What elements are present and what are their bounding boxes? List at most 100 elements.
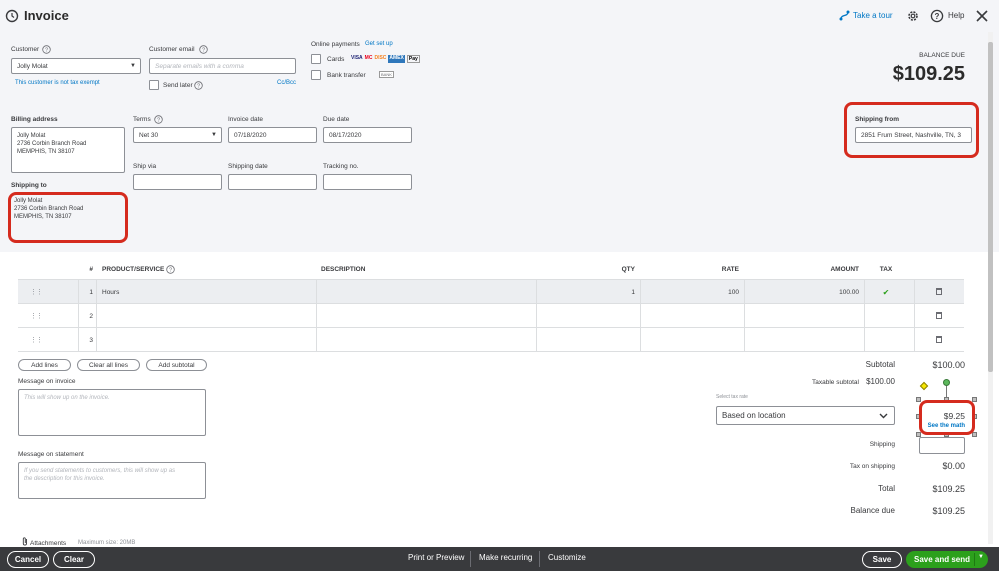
send-later-checkbox[interactable] <box>149 80 159 90</box>
make-recurring-link[interactable]: Make recurring <box>479 553 532 562</box>
bank-transfer-checkbox[interactable] <box>311 70 321 80</box>
billing-address-line: MEMPHIS, TN 38107 <box>17 149 75 155</box>
message-invoice-input[interactable]: This will show up on the invoice. <box>18 389 206 436</box>
row-rate[interactable] <box>642 304 739 328</box>
billing-address-line: 2736 Corbin Branch Road <box>17 141 87 147</box>
trash-icon[interactable] <box>936 288 942 295</box>
col-product: PRODUCT/SERVICE <box>102 265 165 273</box>
cc-bcc-link[interactable]: Cc/Bcc <box>277 80 296 86</box>
row-tax[interactable] <box>866 304 906 328</box>
shipping-amount-input[interactable] <box>919 437 965 454</box>
highlight-callout <box>844 102 979 158</box>
taxable-subtotal-label: Taxable subtotal <box>812 379 859 386</box>
clear-button[interactable]: Clear <box>53 551 95 568</box>
col-rate: RATE <box>721 265 739 273</box>
drag-handle-icon[interactable]: ⋮⋮ <box>30 312 43 320</box>
customer-select[interactable]: Jolly Molat ▼ <box>11 58 141 74</box>
take-tour-link[interactable]: Take a tour <box>853 11 893 20</box>
clear-all-lines-button[interactable]: Clear all lines <box>77 359 140 371</box>
save-and-send-button[interactable]: Save and send ▼ <box>906 551 988 568</box>
invoice-date-value: 07/18/2020 <box>234 131 267 139</box>
resize-handle[interactable] <box>972 397 977 402</box>
gear-icon[interactable] <box>906 9 920 23</box>
add-subtotal-button[interactable]: Add subtotal <box>146 359 207 371</box>
tracking-no-input[interactable] <box>323 174 412 190</box>
ship-via-input[interactable] <box>133 174 222 190</box>
print-preview-link[interactable]: Print or Preview <box>408 553 464 562</box>
amex-icon: AMEX <box>388 55 405 63</box>
col-amount: AMOUNT <box>830 265 859 273</box>
row-rate[interactable]: 100 <box>642 280 739 304</box>
drag-handle-icon[interactable]: ⋮⋮ <box>30 336 43 344</box>
row-product[interactable]: Hours <box>102 280 119 304</box>
tax-check-icon[interactable]: ✔ <box>866 280 906 304</box>
save-button[interactable]: Save <box>862 551 902 568</box>
customer-value: Jolly Molat <box>17 62 48 70</box>
attachments-max-size: Maximum size: 20MB <box>78 540 136 546</box>
row-qty[interactable] <box>538 328 635 352</box>
drag-handle-icon[interactable]: ⋮⋮ <box>30 288 43 296</box>
row-amount[interactable]: 100.00 <box>746 280 859 304</box>
info-icon: ? <box>154 115 163 124</box>
row-tax[interactable] <box>866 328 906 352</box>
scrollbar-thumb[interactable] <box>988 42 993 372</box>
row-qty[interactable]: 1 <box>538 280 635 304</box>
shipping-to-label: Shipping to <box>11 182 47 189</box>
cards-checkbox[interactable] <box>311 54 321 64</box>
due-date-input[interactable]: 08/17/2020 <box>323 127 412 143</box>
table-row[interactable]: ⋮⋮ 1 Hours 1 100 100.00 ✔ <box>18 280 964 304</box>
row-amount[interactable] <box>746 328 859 352</box>
svg-text:?: ? <box>935 12 940 21</box>
page-title: Invoice <box>24 8 69 23</box>
adjust-handle-icon[interactable] <box>919 381 929 391</box>
trash-icon[interactable] <box>936 312 942 319</box>
tax-exempt-note: This customer is not tax exempt <box>15 80 100 86</box>
row-amount[interactable] <box>746 304 859 328</box>
col-qty: QTY <box>621 265 635 273</box>
cancel-button[interactable]: Cancel <box>7 551 49 568</box>
balance-due-total-value: $109.25 <box>932 506 965 516</box>
row-rate[interactable] <box>642 328 739 352</box>
invoice-date-input[interactable]: 07/18/2020 <box>228 127 317 143</box>
table-row[interactable]: ⋮⋮ 2 <box>18 304 964 328</box>
chevron-down-icon: ▼ <box>130 63 136 69</box>
terms-select[interactable]: Net 30 ▼ <box>133 127 222 143</box>
table-row[interactable]: ⋮⋮ 3 <box>18 328 964 352</box>
row-num: 2 <box>89 312 93 320</box>
customer-email-input[interactable]: Separate emails with a comma <box>149 58 296 74</box>
cards-label: Cards <box>327 56 345 63</box>
resize-handle[interactable] <box>972 432 977 437</box>
close-icon[interactable] <box>975 9 989 23</box>
trash-icon[interactable] <box>936 336 942 343</box>
rotation-handle-icon[interactable] <box>943 379 950 386</box>
visa-icon: VISA <box>351 55 363 61</box>
customer-email-placeholder: Separate emails with a comma <box>155 62 244 70</box>
help-label[interactable]: Help <box>948 11 964 20</box>
bank-transfer-label: Bank transfer <box>327 72 366 79</box>
get-set-up-link[interactable]: Get set up <box>365 41 393 47</box>
highlight-callout <box>919 400 975 435</box>
shipping-date-input[interactable] <box>228 174 317 190</box>
resize-handle[interactable] <box>916 397 921 402</box>
billing-address-input[interactable]: Jolly Molat 2736 Corbin Branch Road MEMP… <box>11 127 125 173</box>
attachments-label: Attachments <box>30 540 67 547</box>
customize-link[interactable]: Customize <box>548 553 586 562</box>
recent-transactions-icon[interactable] <box>5 9 19 23</box>
balance-due-total-label: Balance due <box>850 506 895 515</box>
info-icon: ? <box>199 45 208 54</box>
help-icon[interactable]: ? <box>930 9 944 23</box>
add-lines-button[interactable]: Add lines <box>18 359 71 371</box>
row-qty[interactable] <box>538 304 635 328</box>
total-value: $109.25 <box>932 484 965 494</box>
scrollbar-track[interactable] <box>988 32 993 544</box>
subtotal-label: Subtotal <box>865 360 895 369</box>
save-and-send-label: Save and send <box>914 555 971 564</box>
billing-address-line: Jolly Molat <box>17 133 46 139</box>
caret-down-icon[interactable]: ▼ <box>978 554 984 560</box>
tax-rate-select[interactable]: Based on location <box>716 406 895 425</box>
row-num: 1 <box>89 288 93 296</box>
footer-divider <box>470 551 471 567</box>
col-num: # <box>89 265 93 273</box>
terms-value: Net 30 <box>139 131 159 139</box>
message-statement-input[interactable]: If you send statements to customers, thi… <box>18 462 206 499</box>
